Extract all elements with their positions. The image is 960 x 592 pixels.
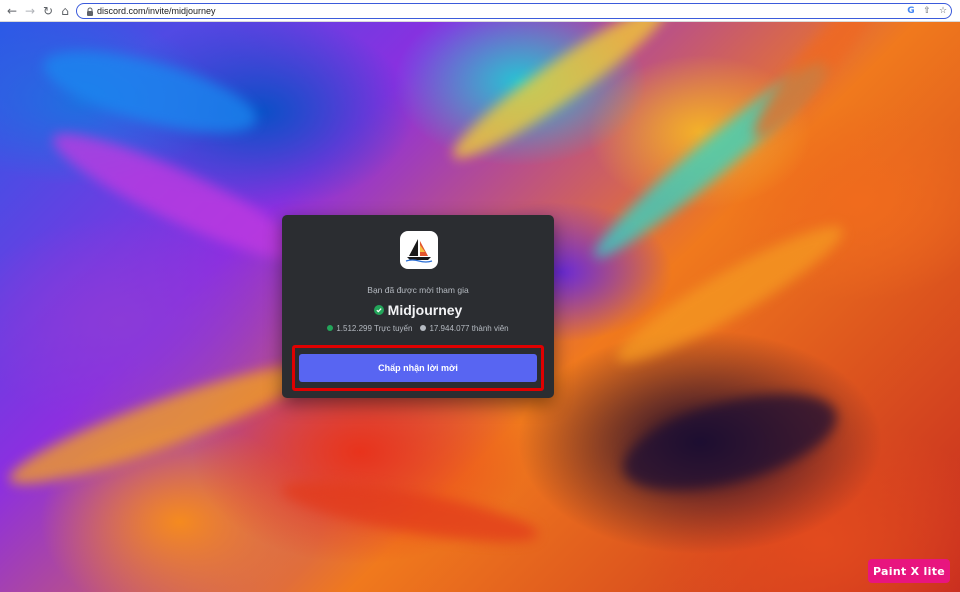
accept-invite-button[interactable]: Chấp nhận lời mời: [299, 354, 537, 382]
background-streak: [1, 348, 319, 502]
address-bar[interactable]: discord.com/invite/midjourney G ⇧ ☆: [76, 3, 952, 19]
google-icon[interactable]: G: [905, 5, 917, 17]
sailboat-logo-icon: [405, 239, 433, 263]
background-streak: [278, 469, 542, 555]
background-streak: [606, 209, 854, 379]
verified-check-icon: [373, 305, 384, 315]
server-stats: 1.512.299 Trực tuyến 17.944.077 thành vi…: [282, 322, 554, 334]
server-icon: [400, 231, 438, 269]
watermark-badge: Paint X lite: [868, 559, 950, 583]
lock-icon: [85, 6, 95, 16]
share-icon[interactable]: ⇧: [921, 5, 933, 17]
online-stat: 1.512.299 Trực tuyến: [327, 324, 412, 333]
server-name: Midjourney: [387, 302, 463, 318]
server-name-row: Midjourney: [282, 301, 554, 319]
background-streak: [35, 34, 265, 150]
member-dot-icon: [420, 325, 427, 331]
background-streak: [42, 115, 318, 279]
back-arrow-icon[interactable]: ←: [4, 3, 20, 19]
background-streak: [741, 22, 899, 149]
invite-card: Bạn đã được mời tham gia Midjourney 1.51…: [282, 215, 554, 398]
member-stat: 17.944.077 thành viên: [420, 323, 509, 333]
forward-arrow-icon[interactable]: →: [22, 3, 38, 19]
background-streak: [442, 22, 678, 173]
online-dot-icon: [327, 325, 334, 331]
member-count: 17.944.077 thành viên: [429, 323, 509, 333]
invited-text: Bạn đã được mời tham gia: [367, 285, 469, 295]
url-text[interactable]: discord.com/invite/midjourney: [97, 5, 216, 17]
browser-toolbar: ← → ↻ ⌂ discord.com/invite/midjourney G …: [0, 0, 960, 22]
home-icon[interactable]: ⌂: [57, 3, 73, 19]
background-streak: [613, 374, 847, 510]
bookmark-star-icon[interactable]: ☆: [937, 5, 949, 17]
reload-icon[interactable]: ↻: [40, 3, 56, 19]
online-count: 1.512.299 Trực tuyến: [336, 323, 413, 333]
